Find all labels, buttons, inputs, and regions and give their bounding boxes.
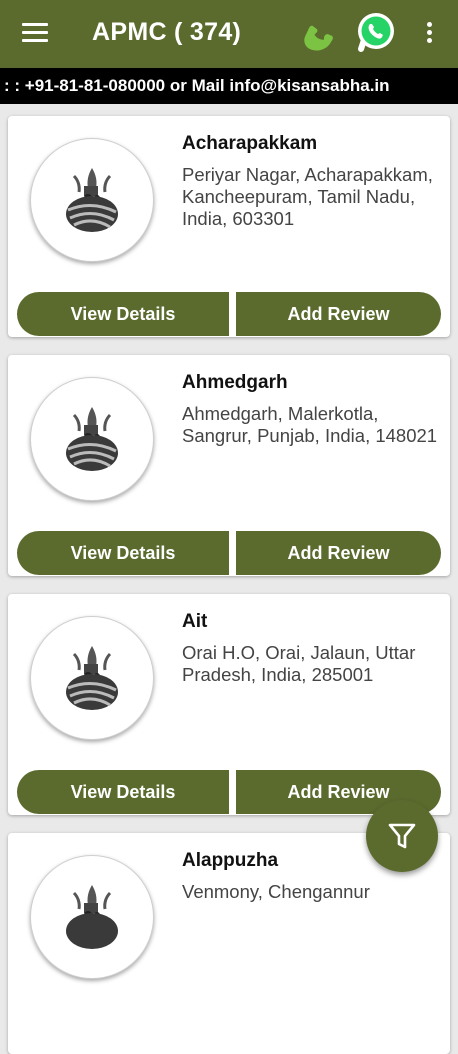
filter-icon [388,823,416,849]
avatar [30,855,154,979]
filter-button[interactable] [366,800,438,872]
whatsapp-icon[interactable] [355,11,397,53]
item-address: Periyar Nagar, Acharapakkam, Kancheepura… [182,164,433,229]
app-bar: APMC ( 374) [0,0,458,68]
item-name: Alappuzha [182,850,279,871]
item-address: Orai H.O, Orai, Jalaun, Uttar Pradesh, I… [182,642,416,685]
list-item: Ahmedgarh Ahmedgarh, Malerkotla, Sangrur… [8,355,450,576]
list-item: Ait Orai H.O, Orai, Jalaun, Uttar Prades… [8,594,450,815]
add-review-button[interactable]: Add Review [236,292,441,336]
avatar [30,377,154,501]
item-address: Venmony, Chengannur [182,881,370,902]
view-details-button[interactable]: View Details [17,292,229,336]
item-name: Ahmedgarh [182,372,288,393]
item-name: Ait [182,611,208,632]
view-details-button[interactable]: View Details [17,770,229,814]
kisan-logo-icon [66,407,118,471]
list-item: Acharapakkam Periyar Nagar, Acharapakkam… [8,116,450,337]
avatar [30,138,154,262]
item-name: Acharapakkam [182,133,318,154]
more-vert-icon[interactable] [424,22,434,46]
view-details-button[interactable]: View Details [17,531,229,575]
hamburger-menu-icon[interactable] [22,22,48,42]
page-title: APMC ( 374) [92,18,242,46]
add-review-button[interactable]: Add Review [236,531,441,575]
contact-ticker: : : +91-81-81-080000 or Mail info@kisans… [0,68,458,104]
phone-icon[interactable] [298,16,336,52]
kisan-logo-icon [66,646,118,710]
contact-ticker-text: : : +91-81-81-080000 or Mail info@kisans… [4,76,390,95]
item-address: Ahmedgarh, Malerkotla, Sangrur, Punjab, … [182,403,438,446]
avatar [30,616,154,740]
kisan-logo-icon [66,168,118,232]
